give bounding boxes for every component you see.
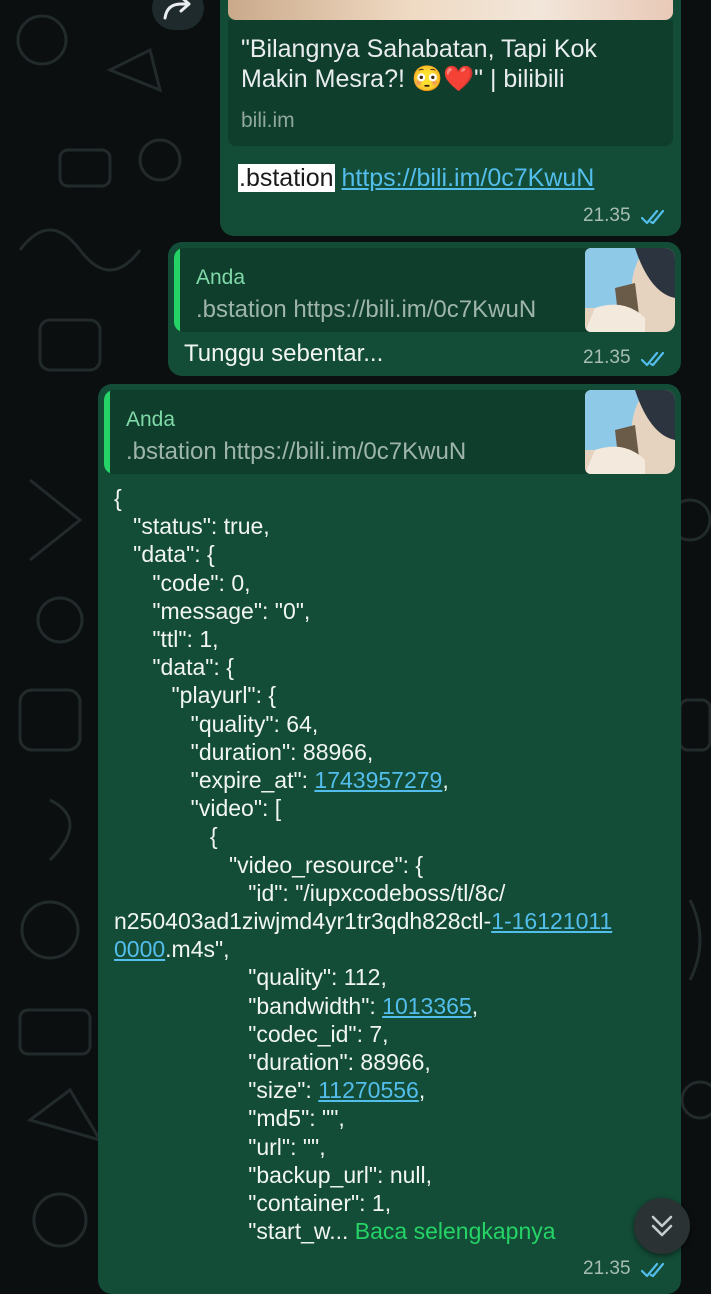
quote-author: Anda (196, 266, 246, 289)
quote-thumbnail (585, 390, 675, 474)
message-link[interactable]: https://bili.im/0c7KwuN (341, 164, 594, 192)
message-meta: 21.35 (583, 205, 667, 227)
quoted-message[interactable]: Anda .bstation https://bili.im/0c7KwuN (174, 248, 675, 332)
code-line: "codec_id": 7, (114, 1020, 674, 1048)
link-preview-domain: bili.im (241, 109, 295, 132)
double-check-icon (641, 209, 665, 224)
code-line: "data": { (114, 653, 674, 681)
code-text: "quality": 112, (114, 964, 387, 991)
quote-thumbnail (585, 248, 675, 332)
code-link[interactable]: 1743957279 (314, 767, 442, 793)
forward-button[interactable] (152, 0, 204, 30)
code-line: "video": [ (114, 794, 674, 822)
code-text: "data": { (114, 541, 215, 568)
code-line: "bandwidth": 1013365, (114, 992, 674, 1020)
code-text: n250403ad1ziwjmd4yr1tr3qdh828ctl- (114, 908, 492, 935)
code-link[interactable]: 11270556 (318, 1077, 419, 1103)
code-line: "playurl": { (114, 681, 674, 709)
code-text: "url": "", (114, 1133, 326, 1160)
code-line: "expire_at": 1743957279, (114, 766, 674, 794)
scroll-to-bottom-button[interactable] (634, 1198, 690, 1254)
code-line: "data": { (114, 540, 674, 568)
code-text: "duration": 88966, (114, 738, 374, 765)
code-line: "start_w... Baca selengkapnya (114, 1217, 674, 1245)
json-code-block: { "status": true, "data": { "code": 0, "… (114, 484, 674, 1245)
code-line: "quality": 112, (114, 963, 674, 991)
code-line: "id": "/iupxcodeboss/tl/8c/ (114, 879, 674, 907)
code-text: , (418, 1077, 426, 1104)
message-text: .bstation https://bili.im/0c7KwuN (238, 164, 594, 193)
link-preview-title-line2: Makin Mesra?! 😳❤️" | bilibili (241, 65, 565, 93)
code-line: { (114, 484, 674, 512)
code-text: , (442, 767, 449, 794)
code-line: "message": "0", (114, 597, 674, 625)
message-bubble-json-response[interactable]: Anda .bstation https://bili.im/0c7KwuN {… (98, 384, 681, 1294)
code-line: n250403ad1ziwjmd4yr1tr3qdh828ctl-1-16121… (114, 907, 674, 935)
code-link[interactable]: 0000 (114, 936, 165, 962)
code-line: "duration": 88966, (114, 738, 674, 766)
message-bubble-link-preview[interactable]: "Bilangnya Sahabatan, Tapi Kok Makin Mes… (220, 0, 681, 236)
code-text: { (114, 823, 218, 850)
code-link[interactable]: 1013365 (382, 993, 472, 1019)
code-text: "code": 0, (114, 569, 251, 596)
reply-text: Tunggu sebentar... (184, 340, 384, 367)
code-text: "md5": "", (114, 1105, 345, 1132)
code-line: "video_resource": { (114, 851, 674, 879)
code-line: "duration": 88966, (114, 1048, 674, 1076)
message-meta: 21.35 (583, 347, 667, 369)
link-preview-image[interactable] (228, 0, 673, 20)
quote-author: Anda (126, 408, 176, 431)
quote-text: .bstation https://bili.im/0c7KwuN (126, 438, 467, 465)
code-text: "video": [ (114, 795, 282, 822)
code-text: "container": 1, (114, 1190, 392, 1217)
code-text: "message": "0", (114, 597, 311, 624)
message-time: 21.35 (583, 1258, 631, 1279)
code-line: "quality": 64, (114, 710, 674, 738)
code-text: "bandwidth": (114, 992, 383, 1019)
code-line: "ttl": 1, (114, 625, 674, 653)
code-line: "backup_url": null, (114, 1161, 674, 1189)
code-text: , (471, 992, 479, 1019)
code-text: "duration": 88966, (114, 1049, 431, 1076)
double-chevron-down-icon (651, 1215, 673, 1237)
code-text: "data": { (114, 654, 234, 681)
double-check-icon (641, 1262, 665, 1277)
code-line: "size": 11270556, (114, 1076, 674, 1104)
code-line: "code": 0, (114, 569, 674, 597)
message-prefix: .bstation (238, 164, 335, 192)
read-more-link[interactable]: Baca selengkapnya (355, 1218, 556, 1244)
code-text: "expire_at": (114, 767, 315, 794)
code-line: 0000.m4s", (114, 935, 674, 963)
forward-icon (163, 0, 191, 20)
double-check-icon (641, 351, 665, 366)
quote-accent-bar (104, 390, 110, 474)
code-text: "start_w... (114, 1218, 355, 1245)
code-line: "status": true, (114, 512, 674, 540)
code-text: .m4s", (165, 936, 230, 963)
code-text: "playurl": { (114, 682, 277, 709)
code-text: "video_resource": { (114, 851, 424, 878)
message-time: 21.35 (583, 205, 631, 226)
code-text: "codec_id": 7, (114, 1020, 389, 1047)
message-meta: 21.35 (583, 1258, 667, 1280)
code-line: "url": "", (114, 1133, 674, 1161)
code-text: "quality": 64, (114, 710, 319, 737)
message-bubble-reply-wait[interactable]: Anda .bstation https://bili.im/0c7KwuN T… (168, 242, 681, 376)
quote-text: .bstation https://bili.im/0c7KwuN (196, 296, 537, 323)
code-line: "md5": "", (114, 1104, 674, 1132)
code-text: "size": (114, 1077, 319, 1104)
code-line: "container": 1, (114, 1189, 674, 1217)
code-text: "status": true, (114, 513, 270, 540)
quote-accent-bar (174, 248, 180, 332)
link-preview-title-line1: "Bilangnya Sahabatan, Tapi Kok (241, 35, 597, 63)
message-time: 21.35 (583, 347, 631, 368)
quoted-message[interactable]: Anda .bstation https://bili.im/0c7KwuN (104, 390, 675, 474)
code-text: "id": "/iupxcodeboss/tl/8c/ (114, 879, 506, 906)
code-text: "backup_url": null, (114, 1161, 433, 1188)
code-text: "ttl": 1, (114, 626, 219, 653)
code-text: { (114, 485, 122, 511)
code-line: { (114, 822, 674, 850)
link-preview-card[interactable]: "Bilangnya Sahabatan, Tapi Kok Makin Mes… (228, 20, 673, 146)
code-link[interactable]: 1-16121011 (491, 908, 612, 934)
